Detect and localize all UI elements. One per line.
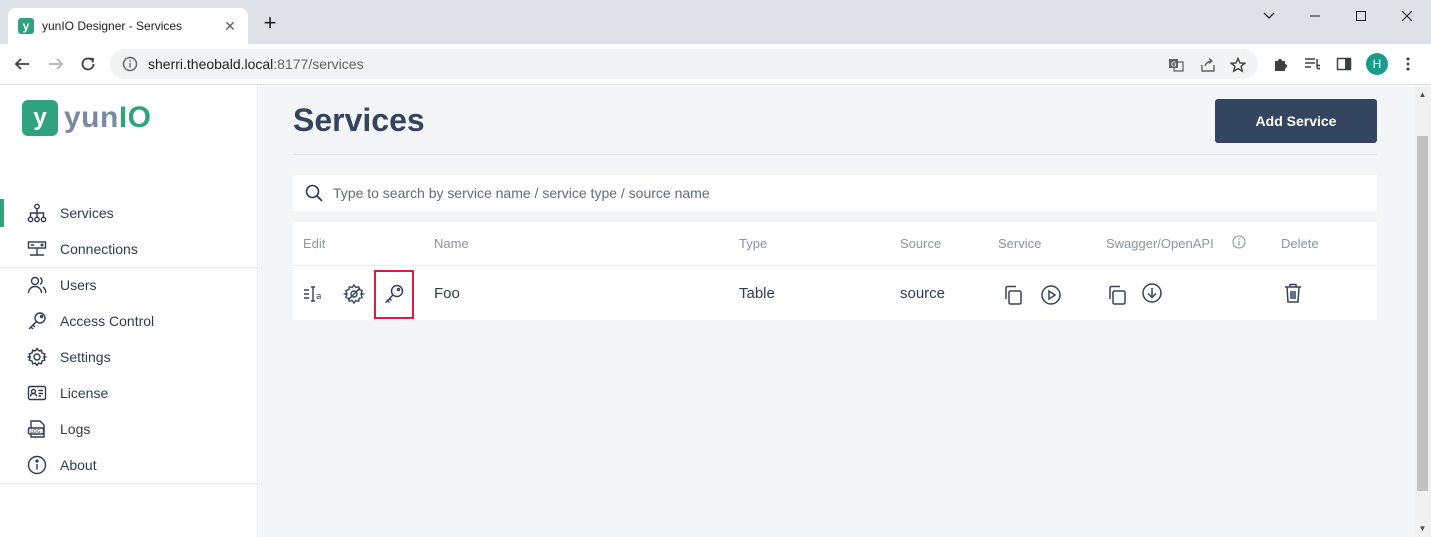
svg-text:G: G [1171,61,1176,69]
minimize-icon[interactable] [1292,0,1338,32]
column-header-service: Service [998,236,1042,251]
sidebar-item-label: License [60,385,109,401]
run-service-play-icon[interactable] [1039,283,1063,307]
highlight-box [374,270,414,319]
users-icon [26,274,48,296]
add-service-button[interactable]: Add Service [1215,99,1377,143]
id-card-icon [26,382,48,404]
sidebar-item-label: About [60,457,97,473]
search-placeholder: Type to search by service name / service… [333,185,710,201]
scroll-thumb[interactable] [1417,136,1428,491]
url-host: sherri.theobald.local [148,56,274,72]
forward-arrow-icon[interactable] [42,50,70,78]
yunio-logo-mark-icon: y [22,100,58,136]
swagger-info-icon[interactable] [1229,232,1249,252]
maximize-icon[interactable] [1338,0,1384,32]
yunio-logo[interactable]: y yunIO [22,100,152,136]
sitemap-icon [26,202,48,224]
copy-service-url-icon[interactable] [1001,283,1025,307]
edit-field-mapping-icon[interactable]: a [302,282,326,306]
close-window-icon[interactable] [1384,0,1430,32]
edit-settings-gear-icon[interactable] [342,282,366,306]
main-content: Services Add Service Type to search by s… [259,86,1414,537]
sidebar-item-label: Users [60,277,97,293]
sidebar: y yunIO Services Connections Users Acces… [0,86,258,537]
more-menu-icon[interactable] [1398,54,1418,74]
service-name[interactable]: Foo [434,285,460,302]
sidebar-item-connections[interactable]: Connections [0,231,258,267]
gear-icon [26,346,48,368]
logs-icon: LOG [26,418,48,440]
sidebar-item-services[interactable]: Services [0,195,258,231]
key-icon [26,310,48,332]
column-header-name[interactable]: Name [434,236,469,251]
service-source: source [900,285,946,302]
scroll-up-icon[interactable]: ▲ [1414,86,1431,103]
url-path: :8177/services [273,56,364,72]
logo-text-prefix: yun [64,101,119,134]
column-header-edit: Edit [303,236,326,251]
tab-title: yunIO Designer - Services [42,19,183,33]
reading-list-icon[interactable] [1302,54,1322,74]
search-icon [305,184,323,202]
column-header-swagger: Swagger/OpenAPI [1106,236,1214,251]
svg-text:a: a [316,292,322,302]
delete-trash-icon[interactable] [1281,281,1305,305]
sidebar-divider [0,483,258,484]
browser-tabstrip: y yunIO Designer - Services ✕ + [0,0,1431,44]
column-header-delete: Delete [1281,236,1319,251]
new-tab-button[interactable]: + [258,12,282,36]
sidebar-item-label: Settings [60,349,111,365]
scroll-down-icon[interactable]: ▼ [1414,520,1431,537]
services-table: Edit Name Type Source Service Swagger/Op… [293,222,1377,320]
column-header-source[interactable]: Source [900,236,941,251]
browser-tab[interactable]: y yunIO Designer - Services ✕ [8,8,248,44]
url-text: sherri.theobald.local:8177/services [148,56,364,72]
sidebar-item-settings[interactable]: Settings [0,339,258,375]
server-icon [26,238,48,260]
page-scrollbar[interactable]: ▲ ▼ [1414,86,1431,537]
site-info-icon[interactable] [122,56,138,72]
profile-avatar[interactable]: H [1366,53,1388,75]
yunio-favicon-icon: y [18,18,34,34]
sidebar-item-about[interactable]: About [0,447,258,483]
sidebar-item-logs[interactable]: LOG Logs [0,411,258,447]
info-icon [26,454,48,476]
sidebar-item-access-control[interactable]: Access Control [0,303,258,339]
title-divider [293,154,1377,155]
sidebar-item-label: Logs [60,421,91,437]
address-bar[interactable]: sherri.theobald.local:8177/services G [110,49,1258,79]
side-panel-icon[interactable] [1334,54,1354,74]
translate-icon[interactable]: G [1166,55,1186,75]
sidebar-item-license[interactable]: License [0,375,258,411]
sidebar-item-users[interactable]: Users [0,267,258,303]
sidebar-item-label: Connections [60,241,138,257]
sidebar-item-label: Services [60,205,114,221]
page-title: Services [293,102,425,138]
back-arrow-icon[interactable] [8,50,36,78]
logo-text: yunIO [64,101,152,135]
extensions-puzzle-icon[interactable] [1270,54,1290,74]
search-input[interactable]: Type to search by service name / service… [293,175,1377,211]
bookmark-star-icon[interactable] [1228,55,1248,75]
svg-text:LOG: LOG [30,429,41,435]
reload-icon[interactable] [74,50,102,78]
header-divider [293,265,1377,266]
sidebar-item-label: Access Control [60,313,155,329]
logo-text-suffix: IO [118,101,152,134]
tab-close-icon[interactable]: ✕ [222,18,238,35]
download-swagger-icon[interactable] [1140,281,1164,305]
service-type: Table [739,285,775,302]
browser-toolbar: sherri.theobald.local:8177/services G H [0,44,1431,85]
copy-swagger-url-icon[interactable] [1105,283,1129,307]
column-header-type[interactable]: Type [739,236,767,251]
tab-search-icon[interactable] [1246,0,1292,32]
share-icon[interactable] [1198,55,1218,75]
